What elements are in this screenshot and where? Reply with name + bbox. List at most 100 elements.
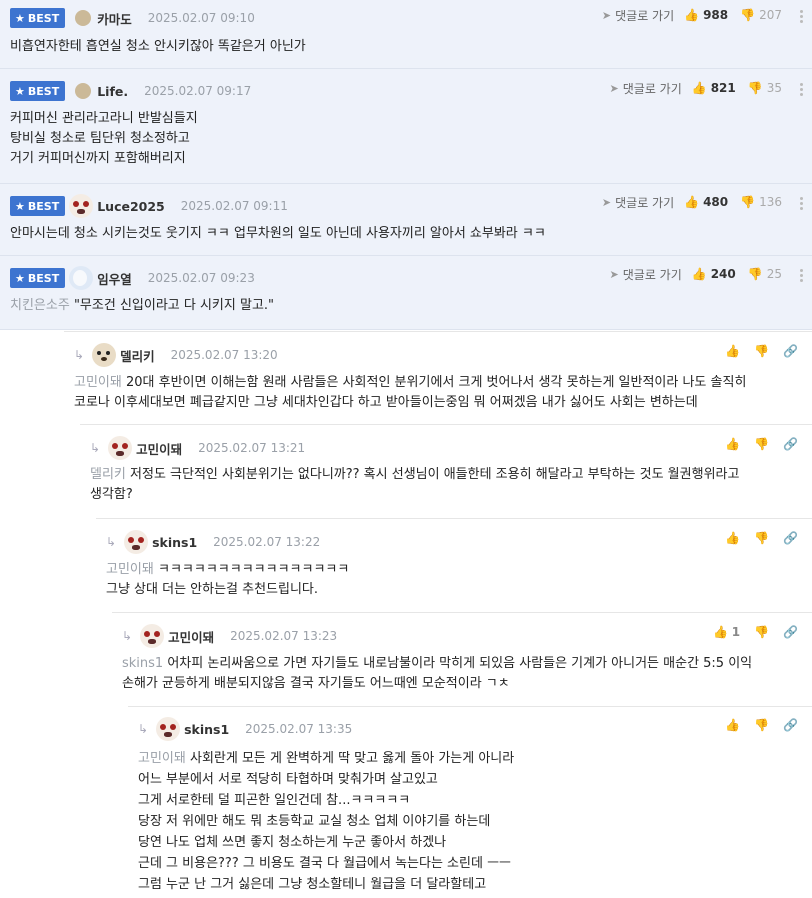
upvote-button[interactable]: 👍 988 (684, 8, 728, 22)
more-menu-icon[interactable] (800, 197, 804, 210)
nickname[interactable]: 고민이돼 (168, 627, 214, 646)
nickname[interactable]: skins1 (184, 722, 229, 737)
comment-text: 안마시는데 청소 시키는것도 웃기지 ㅋㅋ 업무차원의 일도 아닌데 사용자끼리… (10, 226, 546, 241)
downvote-button[interactable]: 👎 207 (740, 8, 782, 22)
mention[interactable]: 고민이돼 (138, 751, 186, 766)
best-badge: ★ BEST (10, 196, 66, 216)
comment-date: 2025.02.07 09:23 (147, 271, 255, 285)
link-icon[interactable]: 🔗 (783, 344, 798, 358)
mention[interactable]: skins1 (122, 656, 163, 671)
avatar[interactable] (69, 194, 94, 218)
comment-text: 고민이돼 ㅋㅋㅋㅋㅋㅋㅋㅋㅋㅋㅋㅋㅋㅋㅋㅋ 그냥 상대 더는 안하는걸 추천드립… (106, 562, 350, 597)
thumbs-up-icon: 👍 (712, 625, 728, 639)
upvote-button[interactable]: 👍 240 (692, 267, 736, 281)
thumbs-down-icon: 👎 (747, 81, 763, 95)
arrow-icon: ➤ (609, 267, 619, 281)
best-comment: ★ BEST 카마도 2025.02.07 09:10 ➤ 댓글로 가기 👍 988 … (0, 0, 812, 69)
go-to-reply-link[interactable]: ➤ 댓글로 가기 (610, 80, 682, 97)
comment-text: 고민이돼 20대 후반이면 이해는함 원래 사람들은 사회적인 분위기에서 크게… (74, 375, 747, 410)
reply-arrow-icon: ↳ (74, 348, 85, 362)
comment-text: 고민이돼 사회란게 모든 게 완벽하게 딱 맞고 옳게 돌아 가는게 아니라 어… (138, 751, 515, 892)
avatar[interactable] (75, 83, 92, 99)
thumbs-down-icon: 👎 (740, 8, 756, 22)
mention[interactable]: 고민이돼 (106, 562, 154, 577)
link-icon[interactable]: 🔗 (783, 531, 798, 545)
avatar[interactable] (156, 717, 181, 741)
thumbs-up-icon[interactable]: 👍 (725, 437, 740, 451)
thumbs-down-icon[interactable]: 👎 (754, 718, 769, 732)
avatar[interactable] (92, 343, 117, 367)
nickname[interactable]: 고민이돼 (136, 439, 182, 458)
comment-text: 치킨은소주 "무조건 신입이라고 다 시키지 말고." (10, 298, 275, 313)
avatar[interactable] (124, 530, 149, 554)
upvote-button[interactable]: 👍 480 (684, 195, 728, 209)
thumbs-down-icon[interactable]: 👎 (754, 344, 769, 358)
best-comment: ★ BEST 임우열 2025.02.07 09:23 ➤ 댓글로 가기 👍 240 … (0, 256, 812, 330)
thumbs-up-icon: 👍 (691, 267, 707, 281)
thumbs-down-icon: 👎 (747, 267, 763, 281)
upvote-button[interactable]: 👍 1 (713, 625, 740, 639)
thumbs-up-icon[interactable]: 👍 (725, 344, 740, 358)
more-menu-icon[interactable] (800, 10, 804, 23)
mention[interactable]: 델리키 (90, 467, 126, 482)
thumbs-down-icon[interactable]: 👎 (754, 531, 769, 545)
thumbs-up-icon: 👍 (684, 8, 700, 22)
star-icon: ★ (15, 84, 25, 98)
best-badge: ★ BEST (10, 81, 66, 101)
nickname[interactable]: skins1 (152, 535, 197, 550)
arrow-icon: ➤ (609, 81, 619, 95)
nickname[interactable]: Luce2025 (97, 199, 165, 214)
reply-arrow-icon: ↳ (122, 629, 133, 643)
nickname[interactable]: 카마도 (97, 9, 132, 28)
reply-arrow-icon: ↳ (90, 441, 101, 455)
more-menu-icon[interactable] (800, 269, 804, 282)
downvote-button[interactable]: 👎 136 (740, 195, 782, 209)
go-to-reply-link[interactable]: ➤ 댓글로 가기 (602, 194, 674, 211)
go-to-reply-link[interactable]: ➤ 댓글로 가기 (602, 7, 674, 24)
thumbs-up-icon: 👍 (684, 195, 700, 209)
thumbs-up-icon: 👍 (691, 81, 707, 95)
go-to-reply-link[interactable]: ➤ 댓글로 가기 (610, 266, 682, 283)
avatar[interactable] (108, 436, 133, 460)
reply-arrow-icon: ↳ (138, 722, 149, 736)
comment-text: skins1 어차피 논리싸움으로 가면 자기들도 내로남불이라 막히게 되있음… (122, 656, 753, 691)
comment-date: 2025.02.07 13:23 (230, 629, 338, 643)
link-icon[interactable]: 🔗 (783, 718, 798, 732)
thumbs-down-icon: 👎 (740, 195, 756, 209)
avatar[interactable] (140, 624, 165, 648)
nickname[interactable]: Life. (97, 84, 128, 99)
reply-comment: ↳ 고민이돼 2025.02.07 13:23 👍 1 👎 🔗 skins1 어… (112, 612, 812, 706)
star-icon: ★ (15, 11, 25, 25)
thumbs-down-icon[interactable]: 👎 (754, 437, 769, 451)
nickname[interactable]: 델리키 (120, 346, 155, 365)
downvote-button[interactable]: 👎 25 (748, 267, 782, 281)
mention[interactable]: 고민이돼 (74, 375, 122, 390)
thumbs-up-icon[interactable]: 👍 (725, 718, 740, 732)
comment-date: 2025.02.07 13:35 (245, 722, 353, 736)
nickname[interactable]: 임우열 (97, 269, 132, 288)
best-comment: ★ BEST Luce2025 2025.02.07 09:11 ➤ 댓글로 가기 … (0, 184, 812, 256)
comment-text: 비흡연자한테 흡연실 청소 안시키잖아 똑같은거 아닌가 (10, 39, 306, 54)
thumbs-up-icon[interactable]: 👍 (725, 531, 740, 545)
comment-date: 2025.02.07 13:20 (170, 348, 278, 362)
comment-date: 2025.02.07 09:17 (144, 84, 252, 98)
upvote-button[interactable]: 👍 821 (692, 81, 736, 95)
star-icon: ★ (15, 271, 25, 285)
comment-text: 커피머신 관리라고라니 반발심들지 탕비실 청소로 팀단위 청소정하고 거기 커… (10, 111, 198, 166)
comment-date: 2025.02.07 09:10 (147, 11, 255, 25)
best-badge: ★ BEST (10, 268, 66, 288)
downvote-button[interactable]: 👎 35 (748, 81, 782, 95)
comment-date: 2025.02.07 09:11 (180, 199, 288, 213)
mention[interactable]: 치킨은소주 (10, 298, 70, 313)
avatar[interactable] (69, 266, 94, 290)
more-menu-icon[interactable] (800, 83, 804, 96)
arrow-icon: ➤ (601, 8, 612, 22)
best-badge: ★ BEST (10, 8, 66, 28)
avatar[interactable] (75, 10, 92, 26)
star-icon: ★ (15, 199, 25, 213)
link-icon[interactable]: 🔗 (783, 437, 798, 451)
reply-comment: ↳ skins1 2025.02.07 13:22 👍 👎 🔗 고민이돼 ㅋㅋㅋ… (96, 518, 812, 612)
thumbs-down-icon[interactable]: 👎 (754, 625, 769, 639)
link-icon[interactable]: 🔗 (783, 625, 798, 639)
comment-text: 델리키 저정도 극단적인 사회분위기는 없다니까?? 혹시 선생님이 애들한테 … (90, 467, 740, 502)
